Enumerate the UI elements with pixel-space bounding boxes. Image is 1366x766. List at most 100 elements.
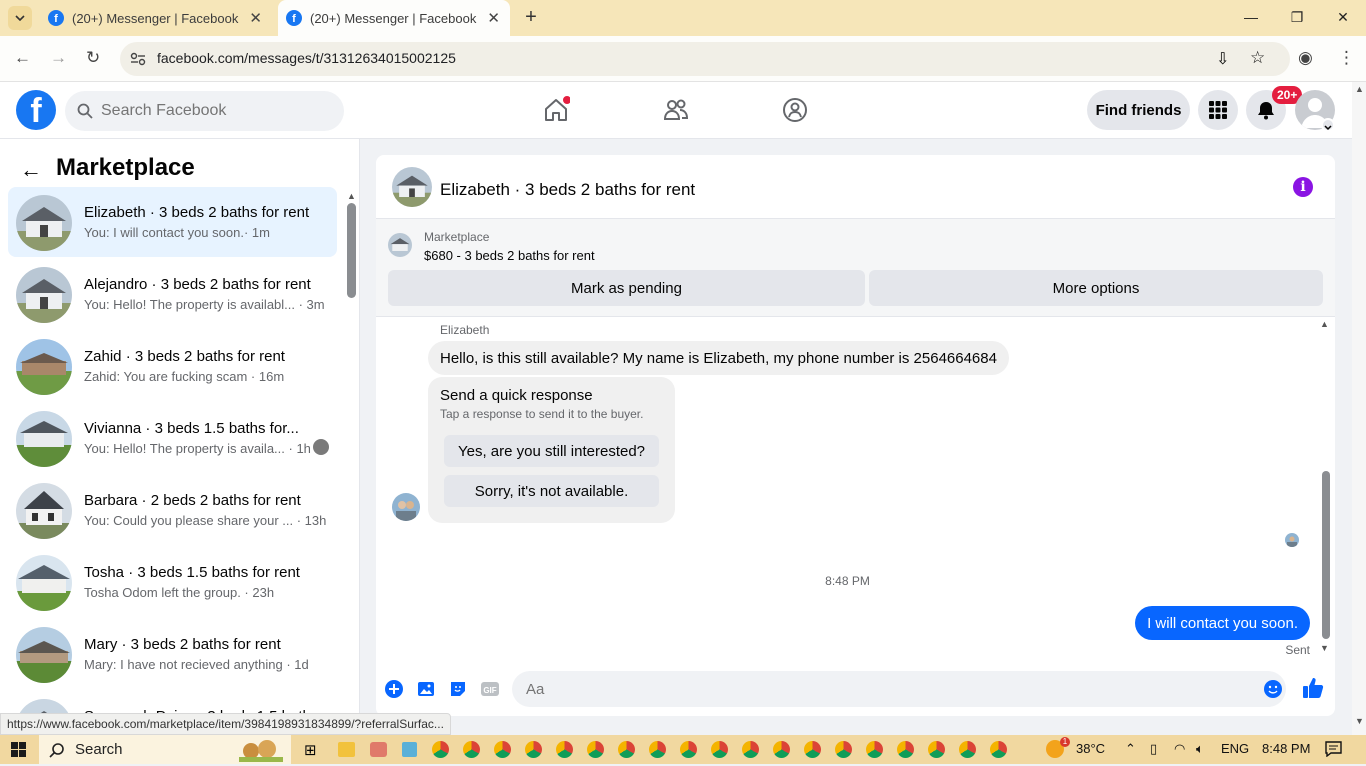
- bookmark-star-icon[interactable]: ☆: [1250, 48, 1265, 68]
- browser-tab[interactable]: f (20+) Messenger | Facebook ✕: [36, 0, 272, 36]
- chrome-icon[interactable]: [742, 741, 759, 758]
- chrome-icon[interactable]: [649, 741, 666, 758]
- volume-icon[interactable]: 🔈︎: [1196, 741, 1204, 757]
- conversation-item[interactable]: Mary · 3 beds 2 baths for rent Mary: I h…: [8, 619, 337, 689]
- chevron-up-icon[interactable]: ⌃: [1125, 741, 1136, 757]
- facebook-logo[interactable]: f: [16, 90, 56, 130]
- conversation-list-scrollbar[interactable]: [347, 203, 356, 298]
- temperature[interactable]: 38°C: [1076, 741, 1105, 756]
- search-input[interactable]: [101, 102, 321, 120]
- home-icon[interactable]: [542, 96, 570, 124]
- file-explorer-icon[interactable]: [338, 742, 355, 757]
- sender-avatar[interactable]: [392, 493, 420, 521]
- photo-icon[interactable]: [416, 679, 436, 699]
- chrome-icon[interactable]: [618, 741, 635, 758]
- conversation-item[interactable]: Barbara · 2 beds 2 baths for rent You: C…: [8, 475, 337, 545]
- gif-icon[interactable]: GIF: [480, 679, 500, 699]
- scroll-up-arrow[interactable]: ▲: [1355, 84, 1364, 94]
- info-icon[interactable]: i: [1293, 177, 1313, 197]
- more-options-button[interactable]: More options: [869, 270, 1323, 306]
- outgoing-message[interactable]: I will contact you soon.: [1135, 606, 1310, 640]
- chrome-icon[interactable]: [432, 741, 449, 758]
- chrome-icon[interactable]: [494, 741, 511, 758]
- message-input[interactable]: [512, 671, 1286, 707]
- restore-button[interactable]: ❐: [1274, 0, 1320, 34]
- close-tab-icon[interactable]: ✕: [487, 9, 500, 27]
- conversation-item[interactable]: Tosha · 3 beds 1.5 baths for rent Tosha …: [8, 547, 337, 617]
- menu-dots-icon[interactable]: ⋮: [1338, 48, 1355, 68]
- chrome-icon[interactable]: [959, 741, 976, 758]
- listing-thumbnail: [16, 267, 72, 323]
- close-window-button[interactable]: ✕: [1320, 0, 1366, 34]
- chrome-icon[interactable]: [928, 741, 945, 758]
- chat-title[interactable]: Elizabeth · 3 beds 2 baths for rent: [440, 180, 695, 200]
- chrome-icon[interactable]: [773, 741, 790, 758]
- profile-icon[interactable]: ◉: [1298, 48, 1313, 68]
- listing-source-label: Marketplace: [424, 230, 490, 244]
- windows-start-icon[interactable]: [11, 742, 26, 757]
- plus-circle-icon[interactable]: [384, 679, 404, 699]
- scroll-down-arrow[interactable]: ▼: [1320, 643, 1329, 653]
- conversation-item[interactable]: Elizabeth · 3 beds 2 baths for rent You:…: [8, 187, 337, 257]
- browser-tab-active[interactable]: f (20+) Messenger | Facebook ✕: [278, 0, 510, 36]
- task-view-icon[interactable]: ⊞: [304, 741, 317, 759]
- chat-scrollbar[interactable]: [1322, 471, 1330, 639]
- mark-as-pending-button[interactable]: Mark as pending: [388, 270, 865, 306]
- page-scrollbar[interactable]: ▲ ▼: [1352, 82, 1366, 735]
- chrome-icon[interactable]: [680, 741, 697, 758]
- emoji-icon[interactable]: [1263, 679, 1283, 699]
- chrome-icon[interactable]: [587, 741, 604, 758]
- browser-toolbar: ← → ↻ facebook.com/messages/t/3131263401…: [0, 36, 1366, 82]
- taskbar-search[interactable]: Search: [39, 735, 291, 764]
- new-tab-button[interactable]: +: [520, 6, 542, 28]
- snipping-tool-icon[interactable]: [370, 742, 387, 757]
- chrome-icon[interactable]: [897, 741, 914, 758]
- address-bar[interactable]: facebook.com/messages/t/3131263401500212…: [120, 42, 1290, 76]
- site-info-icon[interactable]: [130, 52, 146, 66]
- chrome-icon[interactable]: [835, 741, 852, 758]
- language-indicator[interactable]: ENG: [1221, 741, 1249, 756]
- friends-icon[interactable]: [662, 96, 690, 124]
- chrome-icon[interactable]: [711, 741, 728, 758]
- back-arrow-icon[interactable]: ←: [14, 48, 31, 68]
- chevron-down-icon: [15, 15, 25, 21]
- menu-button[interactable]: [1198, 90, 1238, 130]
- battery-icon[interactable]: ▯: [1150, 741, 1157, 757]
- search-box[interactable]: [65, 91, 344, 131]
- scroll-up-arrow[interactable]: ▲: [1320, 319, 1329, 329]
- notification-center-icon[interactable]: [1325, 741, 1342, 757]
- clock[interactable]: 8:48 PM: [1262, 741, 1310, 756]
- chrome-icon[interactable]: [556, 741, 573, 758]
- quick-reply-button[interactable]: Sorry, it's not available.: [444, 475, 659, 507]
- chrome-icon[interactable]: [525, 741, 542, 758]
- sticker-icon[interactable]: [448, 679, 468, 699]
- chrome-icon[interactable]: [804, 741, 821, 758]
- thumbs-up-icon[interactable]: [1302, 677, 1324, 699]
- listing-thumbnail[interactable]: [392, 167, 432, 207]
- close-tab-icon[interactable]: ✕: [249, 9, 262, 27]
- notepad-icon[interactable]: [402, 742, 417, 757]
- search-icon: [49, 742, 64, 758]
- find-friends-button[interactable]: Find friends: [1087, 90, 1190, 130]
- quick-reply-button[interactable]: Yes, are you still interested?: [444, 435, 659, 467]
- scroll-down-arrow[interactable]: ▼: [1355, 716, 1364, 726]
- listing-price-title[interactable]: $680 - 3 beds 2 baths for rent: [424, 248, 595, 263]
- conversation-item[interactable]: Alejandro · 3 beds 2 baths for rent You:…: [8, 259, 337, 329]
- chrome-icon[interactable]: [463, 741, 480, 758]
- taskbar-search-label: Search: [75, 741, 123, 758]
- install-app-icon[interactable]: ⇩: [1216, 49, 1229, 69]
- wifi-icon[interactable]: ◠: [1174, 741, 1185, 757]
- minimize-button[interactable]: —: [1228, 0, 1274, 34]
- groups-icon[interactable]: [781, 96, 809, 124]
- chrome-icon[interactable]: [990, 741, 1007, 758]
- tab-search-button[interactable]: [8, 6, 32, 30]
- reload-icon[interactable]: ↻: [86, 48, 100, 68]
- incoming-message[interactable]: Hello, is this still available? My name …: [428, 341, 1009, 375]
- chrome-icon[interactable]: [866, 741, 883, 758]
- conversation-item[interactable]: Vivianna · 3 beds 1.5 baths for... You: …: [8, 403, 337, 473]
- scroll-up-arrow[interactable]: ▲: [347, 191, 356, 201]
- conversation-item[interactable]: Zahid · 3 beds 2 baths for rent Zahid: Y…: [8, 331, 337, 401]
- forward-arrow-icon[interactable]: →: [50, 48, 67, 68]
- account-dropdown[interactable]: [1321, 118, 1335, 132]
- back-arrow-icon[interactable]: ←: [20, 157, 42, 183]
